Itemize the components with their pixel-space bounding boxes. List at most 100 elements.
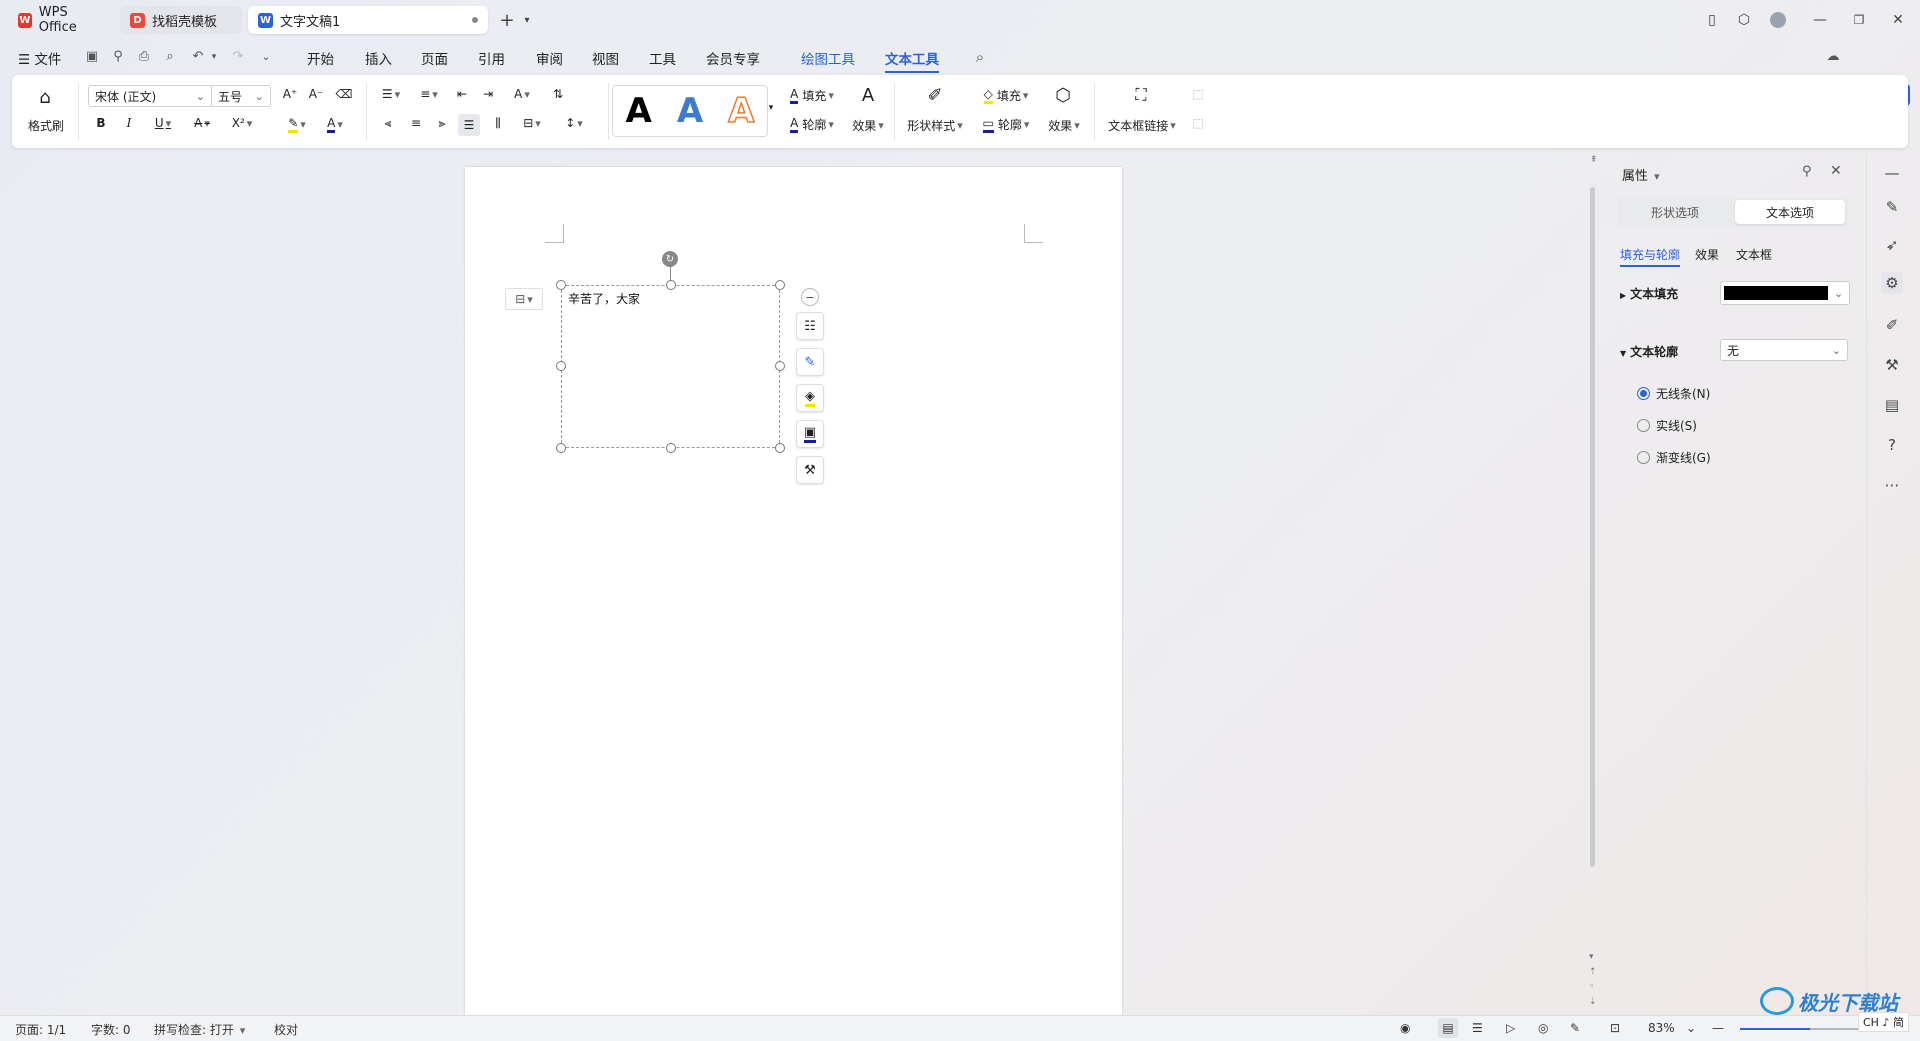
align-center-icon[interactable]: ≡: [406, 116, 426, 130]
column-icon[interactable]: ⊟ ▾: [516, 116, 548, 130]
more-quick-icon[interactable]: ⌄: [258, 50, 274, 64]
scroll-thumb[interactable]: [1590, 187, 1595, 867]
break-link-icon[interactable]: ⬚: [1188, 87, 1208, 101]
text-fill-button[interactable]: A 填充 ▾: [782, 87, 842, 104]
page-view-icon[interactable]: ▤: [1438, 1018, 1458, 1038]
subtab-textbox[interactable]: 文本框: [1736, 246, 1772, 263]
more-icon[interactable]: ⋯: [1881, 474, 1903, 496]
radio-solid-line[interactable]: 实线(S): [1637, 417, 1697, 434]
resize-handle-w[interactable]: [556, 361, 566, 371]
strikethrough-icon[interactable]: A ▾: [187, 116, 217, 130]
edit-pen-icon[interactable]: ✎: [1881, 196, 1903, 218]
collapse-toolbar-icon[interactable]: −: [801, 288, 819, 306]
tab-text-options[interactable]: 文本选项: [1735, 200, 1845, 224]
subtab-effect[interactable]: 效果: [1695, 246, 1719, 263]
align-right-icon[interactable]: ⫸: [432, 116, 452, 131]
fit-page-icon[interactable]: ⊡: [1610, 1021, 1620, 1035]
text-fill-color-picker[interactable]: ⌄: [1720, 281, 1850, 305]
play-icon[interactable]: ▷: [1506, 1021, 1515, 1035]
align-left-icon[interactable]: ⫷: [378, 116, 398, 131]
undo-icon[interactable]: ↶: [190, 50, 206, 64]
shape-fill-button[interactable]: ◇ 填充 ▾: [976, 87, 1036, 104]
tools-icon[interactable]: ⚒: [1881, 354, 1903, 376]
distribute-icon[interactable]: ⫼: [488, 116, 508, 131]
bullet-list-icon[interactable]: ☰ ▾: [376, 87, 406, 101]
save-icon[interactable]: ▣: [84, 50, 100, 64]
shape-effect-icon[interactable]: ⬡: [1052, 85, 1074, 106]
pin-icon[interactable]: ⚲: [1802, 164, 1812, 179]
highlight-icon[interactable]: ✎ ▾: [282, 116, 312, 133]
text-fill-section[interactable]: ▶ 文本填充: [1620, 285, 1678, 302]
shape-style-pen-icon[interactable]: ✎: [796, 348, 824, 376]
link-icon[interactable]: ⚲: [110, 50, 126, 64]
resize-handle-se[interactable]: [775, 443, 785, 453]
numbered-list-icon[interactable]: ≡ ▾: [414, 87, 444, 101]
subtab-fill-outline[interactable]: 填充与轮廓: [1620, 246, 1681, 267]
new-tab-icon[interactable]: +: [497, 10, 517, 31]
layout-icon[interactable]: ▯: [1702, 10, 1722, 30]
resize-handle-s[interactable]: [666, 443, 676, 453]
print-icon[interactable]: ⎙: [136, 50, 152, 64]
word-count[interactable]: 字数: 0: [91, 1021, 131, 1038]
decrease-font-icon[interactable]: A⁻: [306, 87, 326, 101]
menu-start[interactable]: 开始: [307, 48, 334, 68]
menu-text-tools[interactable]: 文本工具: [885, 48, 939, 73]
close-window-icon[interactable]: ✕: [1888, 10, 1908, 30]
layout-options-icon[interactable]: ⊟ ▾: [505, 288, 543, 310]
spell-check[interactable]: 拼写检查: 打开 ▾: [154, 1021, 245, 1038]
tab-shape-options[interactable]: 形状选项: [1621, 200, 1729, 224]
zoom-out-icon[interactable]: —: [1712, 1021, 1724, 1035]
text-direction-icon[interactable]: A ▾: [506, 87, 538, 101]
shape-style-button[interactable]: 形状样式 ▾: [904, 117, 966, 134]
web-view-icon[interactable]: ◎: [1538, 1021, 1548, 1035]
menu-drawing-tools[interactable]: 绘图工具: [801, 48, 855, 68]
select-arrow-icon[interactable]: ➶: [1881, 234, 1903, 256]
print-preview-icon[interactable]: ⌕: [162, 50, 178, 64]
text-box[interactable]: 辛苦了，大家: [561, 285, 780, 448]
resize-handle-n[interactable]: [666, 280, 676, 290]
next-textbox-icon[interactable]: ⬚: [1188, 116, 1208, 130]
increase-indent-icon[interactable]: ⇥: [478, 87, 498, 101]
resize-handle-e[interactable]: [775, 361, 785, 371]
clear-format-icon[interactable]: ⌫: [334, 87, 354, 101]
outline-view-icon[interactable]: ☰: [1472, 1021, 1483, 1035]
collapse-strip-icon[interactable]: —: [1881, 162, 1903, 184]
superscript-icon[interactable]: X² ▾: [226, 116, 258, 130]
wrap-text-icon[interactable]: ☷: [796, 312, 824, 340]
fill-bucket-icon[interactable]: ◈: [796, 384, 824, 412]
menu-view[interactable]: 视图: [592, 48, 619, 68]
italic-icon[interactable]: I: [120, 116, 138, 130]
justify-icon[interactable]: ☰: [458, 114, 480, 136]
search-icon[interactable]: ⌕: [972, 50, 988, 65]
page-indicator[interactable]: 页面: 1/1: [15, 1021, 66, 1038]
shape-style-icon[interactable]: ✐: [924, 85, 946, 106]
avatar[interactable]: [1770, 12, 1786, 28]
book-icon[interactable]: ▤: [1881, 394, 1903, 416]
zoom-dropdown-icon[interactable]: ⌄: [1686, 1021, 1696, 1035]
gallery-more-icon[interactable]: ▾: [767, 103, 775, 113]
text-outline-button[interactable]: A 轮廓 ▾: [782, 116, 842, 133]
wordart-gallery[interactable]: A A A: [612, 85, 768, 137]
restore-icon[interactable]: ❐: [1849, 10, 1869, 30]
text-outline-select[interactable]: 无 ⌄: [1720, 339, 1848, 361]
cloud-icon[interactable]: ☁: [1825, 50, 1841, 64]
tab-wps-office[interactable]: W WPS Office: [8, 5, 114, 35]
scroll-top-icon[interactable]: ⇞: [1590, 155, 1598, 165]
text-effect-icon[interactable]: A: [858, 85, 878, 106]
tab-docer[interactable]: D 找稻壳模板: [120, 6, 242, 34]
menu-insert[interactable]: 插入: [365, 48, 392, 68]
style-icon[interactable]: ✐: [1881, 314, 1903, 336]
proofread[interactable]: 校对: [274, 1021, 298, 1038]
zoom-level[interactable]: 83%: [1648, 1021, 1675, 1035]
file-menu[interactable]: ☰ 文件: [18, 48, 61, 68]
decrease-indent-icon[interactable]: ⇤: [452, 87, 472, 101]
wordart-orange-outline-style[interactable]: A: [727, 90, 755, 132]
text-effect-button[interactable]: 效果 ▾: [846, 117, 890, 134]
resize-handle-nw[interactable]: [556, 280, 566, 290]
eye-protection-icon[interactable]: ◉: [1400, 1021, 1410, 1035]
unsaved-dot-icon[interactable]: [472, 17, 478, 23]
write-mode-icon[interactable]: ✎: [1570, 1021, 1580, 1035]
more-tools-icon[interactable]: ⚒: [796, 456, 824, 484]
menu-review[interactable]: 审阅: [536, 48, 563, 68]
close-panel-icon[interactable]: ✕: [1830, 163, 1842, 179]
